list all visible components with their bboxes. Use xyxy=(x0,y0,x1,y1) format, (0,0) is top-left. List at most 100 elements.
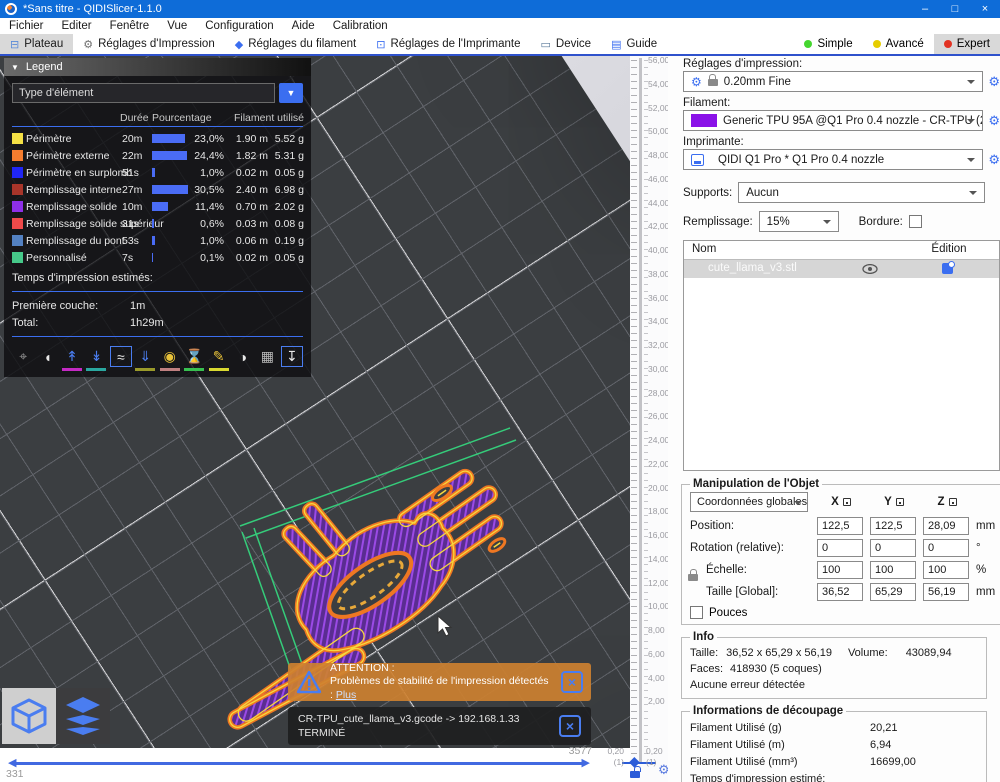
layers-preview-button[interactable] xyxy=(56,688,110,744)
tab[interactable]: ◆ Réglages du filament xyxy=(225,34,367,54)
move-slider[interactable]: ◀ ▶ xyxy=(8,756,590,770)
errors-text: Aucune erreur détectée xyxy=(690,679,805,691)
x-value-input[interactable] xyxy=(817,539,863,557)
z-value-input[interactable] xyxy=(923,583,969,601)
layer-lock-icon[interactable] xyxy=(630,771,640,778)
legend-toolbar-button[interactable]: ↧ xyxy=(281,346,303,371)
layer-height-label: 52,00 xyxy=(648,104,668,113)
layer-slider-track[interactable] xyxy=(639,58,642,764)
legend-toolbar-button[interactable]: ≈ xyxy=(110,346,132,371)
feature-duration: 53s xyxy=(120,235,150,247)
print-settings-dropdown[interactable]: ⚙ 0.20mm Fine xyxy=(683,71,983,92)
feature-mass: 6.98 g xyxy=(270,184,304,196)
brim-checkbox[interactable] xyxy=(909,215,922,228)
toolbar-underline xyxy=(135,368,155,371)
mode-button[interactable]: Expert xyxy=(934,34,1000,54)
warning-more-link[interactable]: Plus xyxy=(336,689,356,701)
warning-close-icon[interactable]: × xyxy=(561,671,583,693)
axis-reset-icon[interactable] xyxy=(896,498,904,506)
layer-slider-handle-icon[interactable]: ◆ xyxy=(629,753,640,770)
object-row[interactable]: cute_llama_v3.stl xyxy=(684,260,999,278)
axis-reset-icon[interactable] xyxy=(843,498,851,506)
legend-toolbar-button[interactable]: ⌛ xyxy=(183,346,205,371)
menu-item[interactable]: Fenêtre xyxy=(101,20,159,32)
z-value-input[interactable] xyxy=(923,517,969,535)
y-value-input[interactable] xyxy=(870,561,916,579)
layer-current-left: 0,20(1) xyxy=(598,746,624,768)
slider-right-handle-icon[interactable]: ▶ xyxy=(582,756,590,770)
legend-toolbar-button[interactable]: ◉ xyxy=(159,346,181,371)
faces-value: 418930 (5 coques) xyxy=(730,663,822,675)
filament-dropdown[interactable]: Generic TPU 95A @Q1 Pro 0.4 nozzle - CR-… xyxy=(683,110,983,131)
sliced-info-label: Filament Utilisé (m) xyxy=(690,739,870,751)
feature-mass: 5.52 g xyxy=(270,133,304,145)
menu-item[interactable]: Vue xyxy=(158,20,196,32)
object-name: cute_llama_v3.stl xyxy=(708,262,797,274)
minimize-button[interactable]: – xyxy=(910,0,940,18)
legend-row: Remplissage interne 27m 30,5% 2.40 m 6.9… xyxy=(12,181,303,198)
edit-icon[interactable] xyxy=(942,263,953,274)
tab[interactable]: ▭ Device xyxy=(531,34,602,54)
axis-reset-icon[interactable] xyxy=(949,498,957,506)
menu-item[interactable]: Fichier xyxy=(0,20,53,32)
x-value-input[interactable] xyxy=(817,517,863,535)
tab[interactable]: ⚙ Réglages d'Impression xyxy=(73,34,225,54)
mode-button[interactable]: Avancé xyxy=(863,34,934,54)
legend-toolbar-button[interactable]: ◖ xyxy=(36,346,58,371)
maximize-button[interactable]: □ xyxy=(940,0,970,18)
legend-toolbar-button[interactable]: ↟ xyxy=(61,346,83,371)
warning-title: ATTENTION : xyxy=(330,662,395,674)
print-settings-gear-icon[interactable]: ⚙ xyxy=(988,74,1000,90)
first-layer-value: 1m xyxy=(130,300,145,312)
x-value-input[interactable] xyxy=(817,583,863,601)
feature-color-swatch xyxy=(12,252,23,263)
tab[interactable]: ⊟ Plateau xyxy=(0,34,73,54)
viewport-3d[interactable]: ▼ Legend Type d'élément ▼ Durée Pourcent… xyxy=(0,56,630,748)
volume-value: 43089,94 xyxy=(906,647,952,659)
scale-lock-icon[interactable] xyxy=(688,574,698,581)
legend-toolbar-button[interactable]: ⇓ xyxy=(134,346,156,371)
y-value-input[interactable] xyxy=(870,539,916,557)
menu-item[interactable]: Aide xyxy=(283,20,324,32)
manipulation-row: Position: mm xyxy=(690,517,995,535)
mode-button[interactable]: Simple xyxy=(794,34,862,54)
legend-toolbar-button[interactable]: ▦ xyxy=(256,346,278,371)
tab[interactable]: ⊡ Réglages de l'Imprimante xyxy=(366,34,530,54)
unit-label: mm xyxy=(976,586,995,598)
infill-dropdown[interactable]: 15% xyxy=(759,211,839,232)
inches-checkbox[interactable] xyxy=(690,606,703,619)
coordinates-dropdown[interactable]: Coordonnées globales xyxy=(690,492,808,512)
sliced-info-group: Informations de découpage Filament Utili… xyxy=(681,705,987,782)
legend-toolbar-button[interactable]: ↡ xyxy=(85,346,107,371)
element-type-dropdown-button[interactable]: ▼ xyxy=(279,83,303,103)
layer-slider[interactable]: 56,0054,0052,0050,0048,0046,0044,0042,00… xyxy=(630,56,668,782)
close-button[interactable]: × xyxy=(970,0,1000,18)
legend-toolbar-button[interactable]: ◑ xyxy=(232,346,254,371)
tab-label: Guide xyxy=(626,38,657,50)
legend-toolbar-button[interactable]: ✎ xyxy=(207,346,229,371)
legend-row: Périmètre 20m 23,0% 1.90 m 5.52 g xyxy=(12,130,303,147)
printer-gear-icon[interactable]: ⚙ xyxy=(988,152,1000,168)
3d-view-button[interactable] xyxy=(2,688,56,744)
legend-panel-header[interactable]: ▼ Legend xyxy=(4,58,311,76)
y-value-input[interactable] xyxy=(870,583,916,601)
tab[interactable]: ▤ Guide xyxy=(601,34,667,54)
toolbar-glyph-icon: ↡ xyxy=(85,346,107,367)
z-value-input[interactable] xyxy=(923,561,969,579)
visibility-eye-icon[interactable] xyxy=(862,264,878,274)
print-settings-label: Réglages d'impression: xyxy=(683,58,1000,70)
warning-triangle-icon xyxy=(296,670,322,694)
legend-toolbar-button[interactable]: ⌖ xyxy=(12,346,34,371)
menu-item[interactable]: Editer xyxy=(53,20,101,32)
sidebar: Réglages d'impression: ⚙ 0.20mm Fine ⚙ F… xyxy=(668,56,1000,782)
status-close-icon[interactable]: × xyxy=(559,715,581,737)
z-value-input[interactable] xyxy=(923,539,969,557)
x-value-input[interactable] xyxy=(817,561,863,579)
element-type-dropdown[interactable]: Type d'élément xyxy=(12,83,275,103)
menu-item[interactable]: Configuration xyxy=(196,20,282,32)
menu-item[interactable]: Calibration xyxy=(324,20,397,32)
supports-dropdown[interactable]: Aucun xyxy=(738,182,985,203)
y-value-input[interactable] xyxy=(870,517,916,535)
filament-gear-icon[interactable]: ⚙ xyxy=(988,113,1000,129)
printer-dropdown[interactable]: QIDI Q1 Pro * Q1 Pro 0.4 nozzle xyxy=(683,149,983,170)
